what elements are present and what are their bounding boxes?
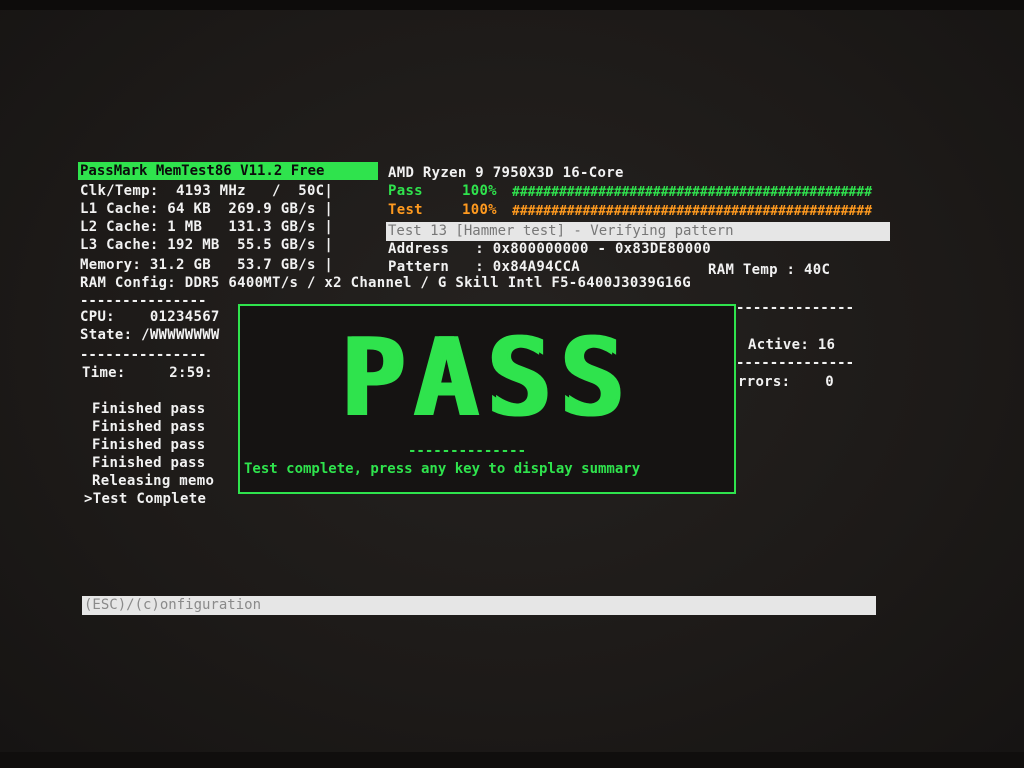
- app-title-bar: PassMark MemTest86 V11.2 Free: [78, 162, 378, 180]
- l3-cache: L3 Cache: 192 MB 55.5 GB/s |: [80, 237, 334, 253]
- pass-message: Test complete, press any key to display …: [244, 461, 641, 477]
- cpu-name: AMD Ryzen 9 7950X3D 16-Core: [388, 165, 624, 181]
- pass-label: Pass: [388, 183, 423, 199]
- pass-percent: 100%: [462, 183, 497, 199]
- l2-cache: L2 Cache: 1 MB 131.3 GB/s |: [80, 219, 334, 235]
- current-test-name: Test 13 [Hammer test] - Verifying patter…: [388, 223, 734, 239]
- separator-right-mid: --------------: [736, 355, 855, 371]
- footer-bar[interactable]: (ESC)/(c)onfiguration: [82, 596, 876, 615]
- ram-temp: RAM Temp : 40C: [708, 262, 831, 278]
- monitor-bezel-bottom: [0, 752, 1024, 768]
- current-test-bar: Test 13 [Hammer test] - Verifying patter…: [386, 222, 890, 241]
- pass-progress-bar: ########################################…: [512, 185, 873, 200]
- log-line: Finished pass: [92, 455, 206, 471]
- pattern-value: Pattern : 0x84A94CCA: [388, 259, 581, 275]
- pass-banner: PASS: [338, 316, 632, 441]
- cpu-map: CPU: 01234567: [80, 309, 220, 325]
- test-label: Test: [388, 202, 423, 218]
- test-progress-bar: ########################################…: [512, 204, 873, 219]
- active-cpus: Active: 16: [748, 337, 836, 353]
- log-line-test-complete: >Test Complete: [84, 491, 207, 507]
- separator-left-mid: ---------------: [80, 347, 207, 363]
- address-range: Address : 0x800000000 - 0x83DE80000: [388, 241, 711, 257]
- cpu-state: State: /WWWWWWWW: [80, 327, 220, 343]
- log-line: Finished pass: [92, 437, 206, 453]
- clk-temp: Clk/Temp: 4193 MHz / 50C|: [80, 183, 334, 199]
- memory-info: Memory: 31.2 GB 53.7 GB/s |: [80, 257, 334, 273]
- pass-divider: --------------: [408, 443, 527, 459]
- error-count: rrors: 0: [738, 374, 835, 390]
- configuration-hint[interactable]: (ESC)/(c)onfiguration: [84, 596, 261, 615]
- separator-right-top: --------------: [736, 300, 855, 316]
- test-percent: 100%: [462, 202, 497, 218]
- monitor-bezel-top: [0, 0, 1024, 10]
- elapsed-time: Time: 2:59:: [82, 365, 213, 381]
- app-title: PassMark MemTest86 V11.2 Free: [80, 163, 325, 179]
- log-line: Finished pass: [92, 419, 206, 435]
- ram-config: RAM Config: DDR5 6400MT/s / x2 Channel /…: [80, 275, 692, 291]
- log-line: Releasing memo: [92, 473, 215, 489]
- log-line: Finished pass: [92, 401, 206, 417]
- l1-cache: L1 Cache: 64 KB 269.9 GB/s |: [80, 201, 334, 217]
- pass-dialog[interactable]: PASS -------------- Test complete, press…: [238, 304, 736, 494]
